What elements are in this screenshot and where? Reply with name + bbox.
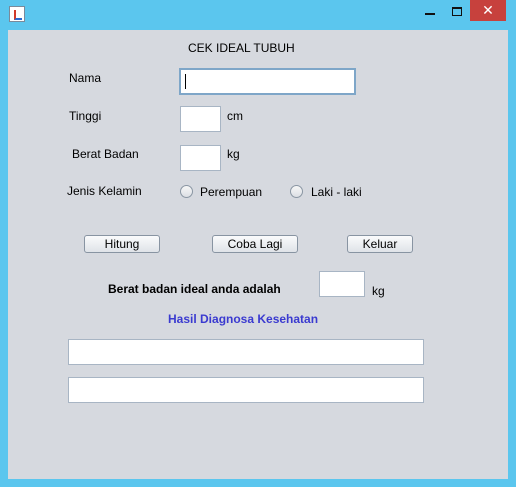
result-field[interactable] [319,271,365,297]
result-unit: kg [372,284,385,298]
nama-input[interactable] [179,68,356,95]
laki-laki-radio-label[interactable]: Laki - laki [311,185,362,199]
berat-label: Berat Badan [72,147,139,161]
coba-lagi-button[interactable]: Coba Lagi [212,235,298,253]
berat-input[interactable] [180,145,221,171]
diagnosis-field-2[interactable] [68,377,424,403]
result-label: Berat badan ideal anda adalah [108,282,281,296]
berat-unit: kg [227,147,240,161]
text-caret [185,74,186,89]
form-title: CEK IDEAL TUBUH [188,41,295,55]
maximize-button[interactable] [444,0,470,21]
perempuan-radio[interactable] [180,185,193,198]
close-button[interactable]: ✕ [470,0,506,21]
nama-label: Nama [69,71,102,85]
diagnosis-field-1[interactable] [68,339,424,365]
maximize-icon [452,7,462,17]
tinggi-input[interactable] [180,106,221,132]
app-window: ✕ CEK IDEAL TUBUH Nama Tinggi cm Berat B… [0,0,516,487]
title-bar[interactable]: ✕ [0,0,516,30]
java-icon [9,6,25,22]
diagnosis-title: Hasil Diagnosa Kesehatan [168,312,319,326]
gender-label: Jenis Kelamin [67,184,142,198]
laki-laki-radio[interactable] [290,185,303,198]
minimize-icon [425,12,435,15]
hitung-button[interactable]: Hitung [84,235,160,253]
minimize-button[interactable] [416,0,444,21]
keluar-button[interactable]: Keluar [347,235,413,253]
close-icon: ✕ [482,2,494,18]
tinggi-label: Tinggi [69,109,102,123]
form-panel: CEK IDEAL TUBUH Nama Tinggi cm Berat Bad… [8,30,508,479]
perempuan-radio-label[interactable]: Perempuan [200,185,262,199]
tinggi-unit: cm [227,109,243,123]
